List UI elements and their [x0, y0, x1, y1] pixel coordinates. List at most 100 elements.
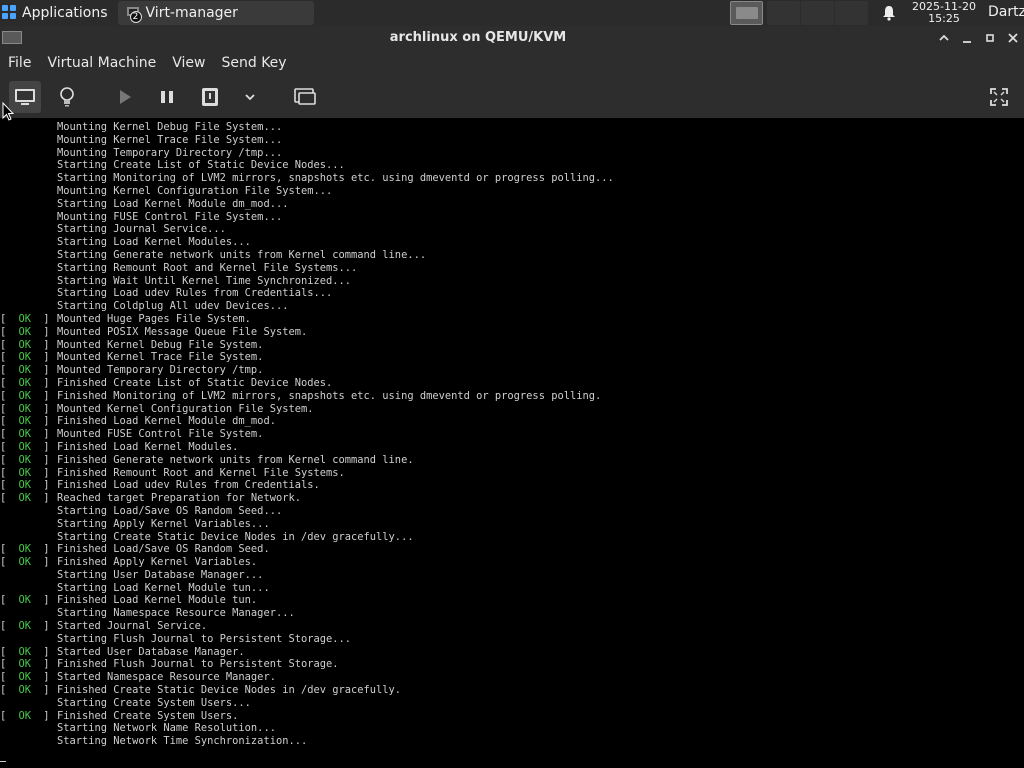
- console-line-text: Mounting Kernel Configuration File Syste…: [57, 184, 333, 197]
- play-icon: [120, 90, 131, 104]
- console-line: [ OK ] Finished Load Kernel Module dm_mod…: [0, 415, 1024, 428]
- status-ok: OK: [18, 479, 32, 492]
- console-line-text: Starting Load Kernel Modules...: [57, 236, 251, 249]
- details-view-button[interactable]: [51, 81, 83, 113]
- status-prefix: [ OK ]: [0, 453, 50, 466]
- menu-view[interactable]: View: [164, 55, 213, 71]
- status-prefix: [ OK ]: [0, 658, 50, 671]
- console-line-text: Mounting FUSE Control File System...: [57, 210, 283, 223]
- console-line: Starting Load Kernel Modules...: [0, 236, 1024, 249]
- console-line-text: Mounted Temporary Directory /tmp.: [57, 364, 264, 377]
- console-line-text: Starting Coldplug All udev Devices...: [57, 300, 289, 313]
- console-line-text: Started Namespace Resource Manager.: [57, 671, 276, 684]
- console-line: Starting Remount Root and Kernel File Sy…: [0, 262, 1024, 275]
- console-line-text: Finished Load/Save OS Random Seed.: [57, 543, 270, 556]
- status-ok: OK: [18, 428, 32, 441]
- console-line-text: Starting Load/Save OS Random Seed...: [57, 504, 283, 517]
- status-ok: OK: [18, 709, 32, 722]
- console-line: Starting Create Static Device Nodes in /…: [0, 531, 1024, 544]
- clock[interactable]: 2025-11-20 15:25: [906, 1, 982, 25]
- console-line: Starting Journal Service...: [0, 223, 1024, 236]
- console-line-text: Started User Database Manager.: [57, 645, 245, 658]
- console-line: Starting Generate network units from Ker…: [0, 249, 1024, 262]
- console-line: Starting Create System Users...: [0, 697, 1024, 710]
- status-prefix: [ OK ]: [0, 620, 50, 633]
- console-line: [ OK ] Finished Flush Journal to Persiste…: [0, 658, 1024, 671]
- taskbar-item-virt-manager[interactable]: 2 Virt-manager: [117, 1, 314, 25]
- console-line-text: Starting Namespace Resource Manager...: [57, 607, 295, 620]
- workspace-4[interactable]: [835, 1, 868, 25]
- console-line-text: Finished Monitoring of LVM2 mirrors, sna…: [57, 389, 602, 402]
- fullscreen-button[interactable]: [983, 81, 1015, 113]
- console-line-text: Finished Remount Root and Kernel File Sy…: [57, 466, 345, 479]
- status-ok: OK: [18, 415, 32, 428]
- status-ok: OK: [18, 364, 32, 377]
- status-ok: OK: [18, 389, 32, 402]
- minimize-icon[interactable]: [958, 29, 976, 47]
- shutdown-button[interactable]: [194, 81, 226, 113]
- console-line: Starting Network Name Resolution...: [0, 722, 1024, 735]
- status-prefix: [ OK ]: [0, 543, 50, 556]
- console-line: [ OK ] Finished Load Kernel Modules.: [0, 441, 1024, 454]
- console-line-text: Finished Load udev Rules from Credential…: [57, 479, 320, 492]
- applications-menu[interactable]: Applications: [0, 0, 114, 26]
- console-line-text: Starting Journal Service...: [57, 223, 226, 236]
- console-line-text: Finished Generate network units from Ker…: [57, 453, 414, 466]
- top-panel: Applications 2 Virt-manager 2025-11-20 1…: [0, 0, 1024, 26]
- workspace-3[interactable]: [801, 1, 834, 25]
- console-line: [ OK ] Finished Create System Users.: [0, 710, 1024, 723]
- status-ok: OK: [18, 658, 32, 671]
- console-line-text: Finished Create Static Device Nodes in /…: [57, 684, 402, 697]
- status-ok: OK: [18, 440, 32, 453]
- maximize-up-icon[interactable]: [935, 29, 953, 47]
- run-button[interactable]: [109, 81, 141, 113]
- console-line-text: Starting Monitoring of LVM2 mirrors, sna…: [57, 172, 614, 185]
- restore-icon[interactable]: [981, 29, 999, 47]
- vm-console[interactable]: Mounting Kernel Debug File System... Moun…: [0, 118, 1024, 768]
- close-icon[interactable]: [1004, 29, 1022, 47]
- user-menu[interactable]: Dartz: [988, 4, 1024, 20]
- snapshots-button[interactable]: [289, 81, 321, 113]
- notification-bell-icon[interactable]: [880, 4, 898, 22]
- console-line-text: Starting Load Kernel Module tun...: [57, 581, 270, 594]
- console-line: Starting Apply Kernel Variables...: [0, 518, 1024, 531]
- console-line: Starting User Database Manager...: [0, 569, 1024, 582]
- applications-icon: [2, 5, 18, 21]
- console-line-text: Starting Flush Journal to Persistent Sto…: [57, 632, 352, 645]
- workspace-2[interactable]: [767, 1, 800, 25]
- console-line: Starting Load Kernel Module dm_mod...: [0, 198, 1024, 211]
- console-line-text: Starting Load udev Rules from Credential…: [57, 287, 333, 300]
- window-titlebar[interactable]: archlinux on QEMU/KVM: [0, 26, 1024, 50]
- console-line: [ OK ] Started Namespace Resource Manager…: [0, 671, 1024, 684]
- snapshots-icon: [294, 88, 316, 105]
- menu-virtual-machine[interactable]: Virtual Machine: [39, 55, 164, 71]
- status-ok: OK: [18, 453, 32, 466]
- console-line-text: Starting Create List of Static Device No…: [57, 159, 345, 172]
- console-line: Starting Monitoring of LVM2 mirrors, sna…: [0, 172, 1024, 185]
- status-prefix: [ OK ]: [0, 556, 50, 569]
- console-line: Starting Load udev Rules from Credential…: [0, 287, 1024, 300]
- console-line-text: Starting Create Static Device Nodes in /…: [57, 530, 414, 543]
- lightbulb-icon: [60, 87, 74, 107]
- menu-file[interactable]: File: [0, 55, 39, 71]
- workspace-1[interactable]: [730, 1, 763, 25]
- status-prefix: [ OK ]: [0, 645, 50, 658]
- clock-time: 15:25: [928, 12, 960, 25]
- console-line: [ OK ] Finished Create List of Static Dev…: [0, 377, 1024, 390]
- console-line: [ OK ] Mounted Huge Pages File System.: [0, 313, 1024, 326]
- console-cursor: [0, 761, 6, 762]
- shutdown-menu-button[interactable]: [234, 81, 266, 113]
- console-line: Starting Network Time Synchronization...: [0, 735, 1024, 748]
- pause-button[interactable]: [151, 81, 183, 113]
- menu-bar: File Virtual Machine View Send Key: [0, 50, 1024, 76]
- status-prefix: [ OK ]: [0, 428, 50, 441]
- status-ok: OK: [18, 684, 32, 697]
- console-line: [ OK ] Reached target Preparation for Net…: [0, 492, 1024, 505]
- status-ok: OK: [18, 325, 32, 338]
- console-line: Starting Create List of Static Device No…: [0, 159, 1024, 172]
- status-ok: OK: [18, 402, 32, 415]
- taskbar-item-label: Virt-manager: [145, 5, 238, 21]
- menu-send-key[interactable]: Send Key: [213, 55, 294, 71]
- console-line-text: Finished Load Kernel Module tun.: [57, 594, 258, 607]
- console-line: Mounting Kernel Configuration File Syste…: [0, 185, 1024, 198]
